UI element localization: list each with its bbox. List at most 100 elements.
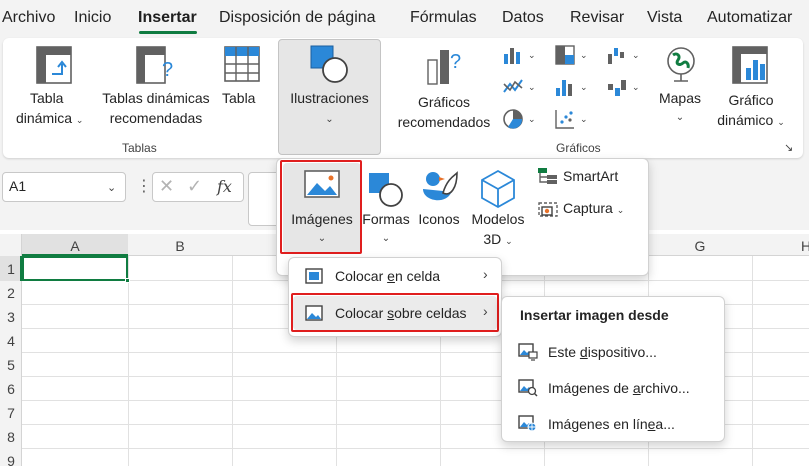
tab-vista[interactable]: Vista bbox=[647, 9, 682, 27]
active-tab-indicator bbox=[139, 31, 197, 34]
place-in-cell-icon bbox=[305, 268, 323, 284]
pivot-chart-label-2: dinámico ⌄ bbox=[717, 112, 785, 128]
waterfall-chart-button[interactable]: ⌄ bbox=[606, 44, 646, 68]
tab-archivo[interactable]: Archivo bbox=[2, 9, 55, 27]
row-header-4[interactable]: 4 bbox=[0, 333, 22, 349]
icons-label: Iconos bbox=[418, 211, 460, 227]
name-box-value: A1 bbox=[9, 178, 27, 194]
shapes-icon bbox=[310, 45, 348, 83]
shapes-icon bbox=[369, 173, 403, 207]
hierarchy-chart-button[interactable]: ⌄ bbox=[554, 44, 594, 68]
place-in-cell-item[interactable]: Colocar en celda › bbox=[293, 262, 497, 290]
group-label-tablas: Tablas bbox=[122, 141, 157, 155]
tab-revisar[interactable]: Revisar bbox=[570, 9, 624, 27]
stock-images-item[interactable]: Imágenes de archivo... bbox=[506, 373, 720, 403]
online-pictures-label: Imágenes en línea... bbox=[548, 416, 675, 432]
column-header-g[interactable]: G bbox=[648, 238, 752, 254]
online-pictures-icon bbox=[518, 415, 537, 432]
tab-datos[interactable]: Datos bbox=[502, 9, 544, 27]
recommended-pivot-icon: ? bbox=[136, 46, 173, 84]
group-label-graficos: Gráficos bbox=[556, 141, 601, 155]
chevron-down-icon: ⌄ bbox=[580, 50, 588, 60]
chevron-down-icon: ⌄ bbox=[580, 114, 588, 124]
bird-icon bbox=[423, 171, 458, 201]
pivot-table-button[interactable]: Tabla dinámica ⌄ bbox=[10, 44, 90, 132]
row-header-9[interactable]: 9 bbox=[0, 453, 22, 466]
shapes-button[interactable]: Formas ⌄ bbox=[362, 163, 410, 253]
grid-line bbox=[232, 256, 233, 466]
icons-button[interactable]: Iconos bbox=[415, 163, 463, 253]
illustrations-button[interactable]: Ilustraciones ⌄ bbox=[278, 39, 381, 155]
table-label: Tabla bbox=[222, 90, 256, 106]
recommended-charts-label-2: recomendados bbox=[397, 114, 491, 130]
insert-picture-from-title: Insertar imagen desde bbox=[520, 307, 669, 323]
more-options-icon[interactable]: ⋮ bbox=[136, 176, 152, 196]
row-header-2[interactable]: 2 bbox=[0, 285, 22, 301]
maps-button[interactable]: Mapas ⌄ bbox=[654, 44, 706, 132]
line-chart-icon bbox=[503, 79, 523, 93]
stock-images-label: Imágenes de archivo... bbox=[548, 380, 690, 396]
row-header-6[interactable]: 6 bbox=[0, 381, 22, 397]
combo-chart-icon bbox=[608, 80, 626, 96]
row-header-5[interactable]: 5 bbox=[0, 357, 22, 373]
recommended-charts-label-1: Gráficos bbox=[417, 94, 471, 110]
row-header-3[interactable]: 3 bbox=[0, 309, 22, 325]
pivot-chart-button[interactable]: Gráfico dinámico ⌄ bbox=[710, 44, 792, 132]
3d-models-button[interactable]: Modelos 3D ⌄ bbox=[467, 163, 529, 253]
shapes-label: Formas bbox=[362, 211, 410, 227]
screenshot-button[interactable]: Captura ⌄ bbox=[535, 197, 635, 221]
this-device-icon bbox=[518, 343, 538, 361]
chevron-down-icon[interactable]: ⌄ bbox=[107, 181, 116, 194]
tab-formulas[interactable]: Fórmulas bbox=[410, 9, 477, 27]
row-header-8[interactable]: 8 bbox=[0, 429, 22, 445]
tab-disposicion[interactable]: Disposición de página bbox=[219, 9, 376, 27]
column-header-b[interactable]: B bbox=[128, 238, 232, 254]
tab-automatizar[interactable]: Automatizar bbox=[707, 9, 792, 27]
active-cell-a1[interactable] bbox=[22, 256, 128, 281]
insert-picture-from-menu: Insertar imagen desde Este dispositivo..… bbox=[501, 296, 725, 442]
check-icon[interactable]: ✓ bbox=[187, 176, 202, 197]
chevron-down-icon: ⌄ bbox=[632, 82, 640, 92]
fill-handle[interactable] bbox=[125, 278, 130, 283]
grid-line bbox=[128, 256, 129, 466]
pie-chart-button[interactable]: ⌄ bbox=[502, 108, 542, 132]
smartart-button[interactable]: SmartArt bbox=[535, 165, 635, 189]
dialog-launcher-icon[interactable]: ↘ bbox=[784, 141, 793, 154]
online-pictures-item[interactable]: Imágenes en línea... bbox=[506, 409, 720, 439]
stat-chart-button[interactable]: ⌄ bbox=[554, 76, 594, 100]
this-device-item[interactable]: Este dispositivo... bbox=[506, 337, 720, 367]
pictures-highlight bbox=[280, 160, 362, 254]
chevron-down-icon: ⌄ bbox=[325, 114, 334, 125]
combo-chart-button[interactable]: ⌄ bbox=[606, 76, 646, 100]
recommended-pivot-label-2: recomendadas bbox=[109, 110, 203, 126]
smartart-icon bbox=[538, 168, 557, 184]
smartart-label: SmartArt bbox=[563, 168, 619, 184]
name-box[interactable]: A1 ⌄ bbox=[2, 172, 126, 202]
tab-insertar[interactable]: Insertar bbox=[138, 9, 197, 27]
chevron-down-icon: ⌄ bbox=[75, 115, 84, 125]
pie-chart-icon bbox=[503, 109, 523, 129]
row-header-1[interactable]: 1 bbox=[0, 261, 22, 277]
cube-icon bbox=[481, 169, 515, 209]
table-icon bbox=[224, 46, 260, 82]
recommended-charts-button[interactable]: ? Gráficos recomendados bbox=[392, 44, 496, 132]
3d-models-label-2: 3D ⌄ bbox=[483, 231, 513, 247]
scatter-chart-button[interactable]: ⌄ bbox=[554, 108, 594, 132]
table-button[interactable]: Tabla bbox=[218, 44, 266, 132]
column-header-h[interactable]: H bbox=[796, 238, 809, 254]
row-header-7[interactable]: 7 bbox=[0, 405, 22, 421]
chevron-down-icon: ⌄ bbox=[632, 50, 640, 60]
hierarchy-chart-icon bbox=[555, 45, 575, 65]
scatter-chart-icon bbox=[555, 110, 574, 129]
column-header-a[interactable]: A bbox=[22, 238, 128, 254]
this-device-label: Este dispositivo... bbox=[548, 344, 657, 360]
insert-function-icon[interactable]: fx bbox=[217, 177, 232, 196]
stock-images-icon bbox=[518, 379, 538, 397]
formula-controls: ✕ ✓ fx bbox=[152, 172, 244, 202]
column-chart-button[interactable]: ⌄ bbox=[502, 44, 542, 68]
cancel-icon[interactable]: ✕ bbox=[159, 176, 174, 197]
tab-inicio[interactable]: Inicio bbox=[74, 9, 111, 27]
recommended-pivot-button[interactable]: ? Tablas dinámicas recomendadas bbox=[98, 44, 214, 132]
chevron-down-icon: ⌄ bbox=[381, 233, 391, 244]
line-chart-button[interactable]: ⌄ bbox=[502, 76, 542, 100]
